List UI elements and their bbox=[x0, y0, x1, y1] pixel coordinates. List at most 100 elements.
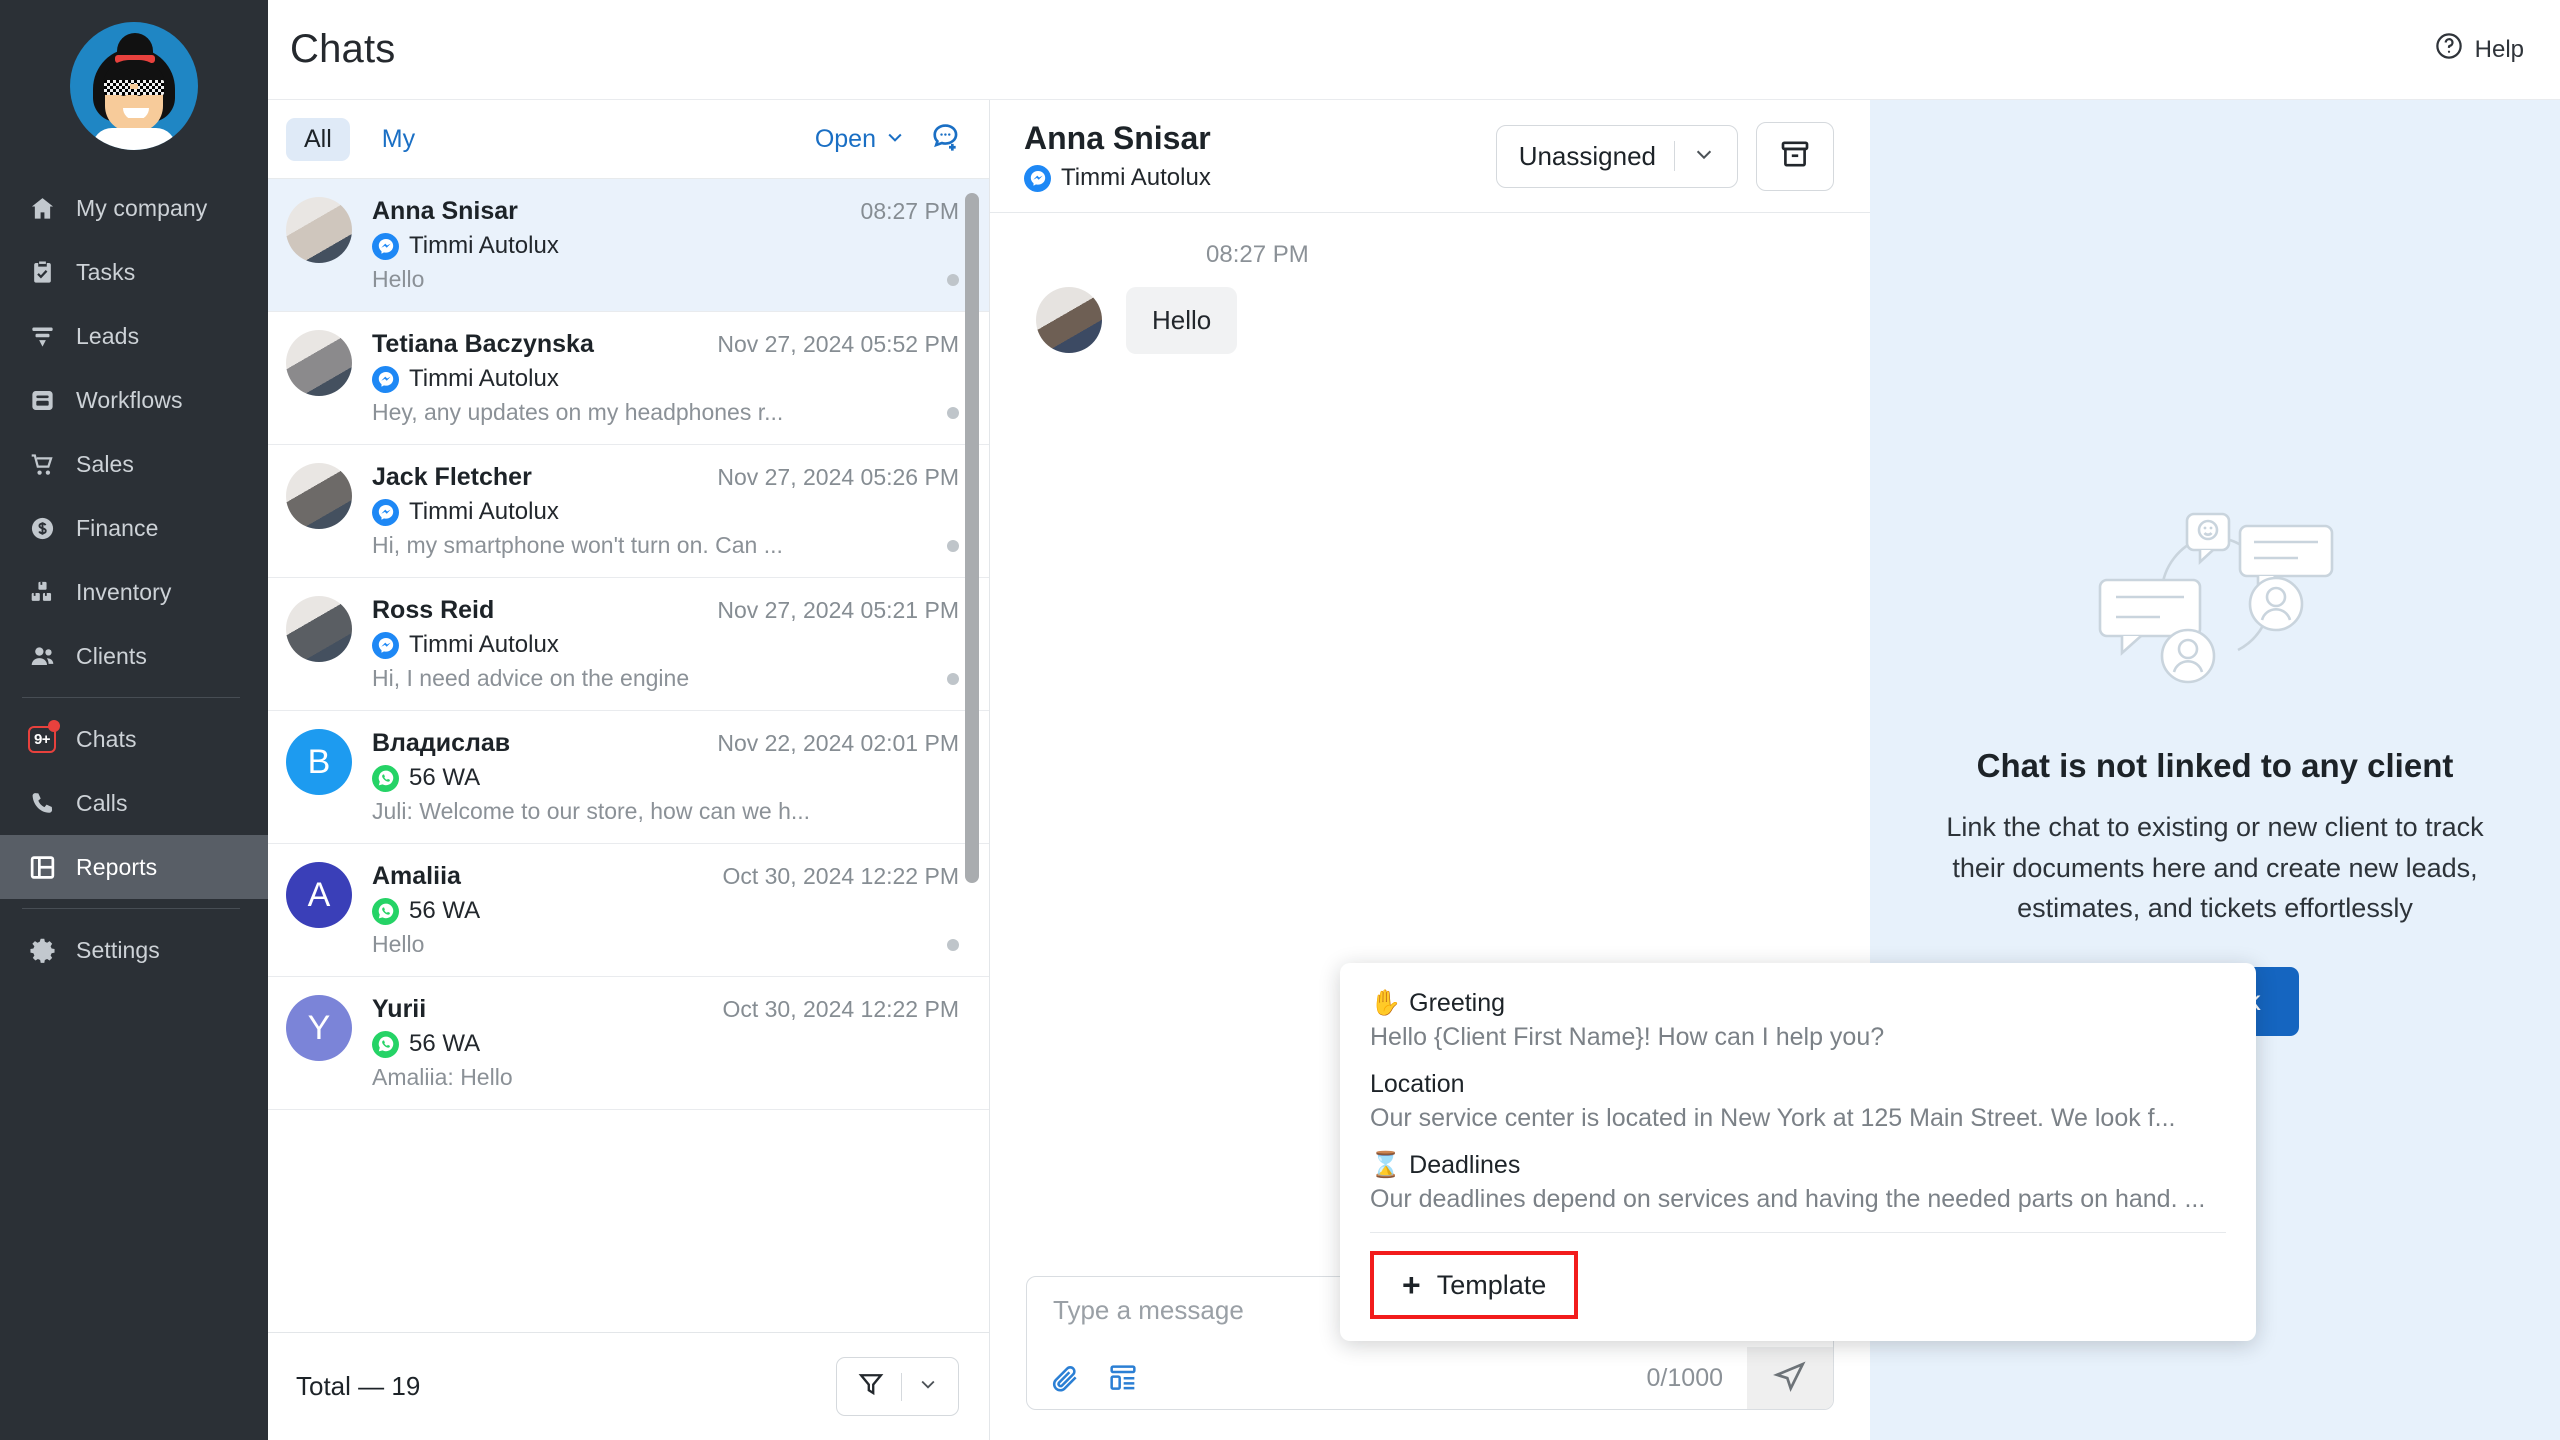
sidebar-item-calls[interactable]: Calls bbox=[0, 771, 268, 835]
home-icon bbox=[28, 194, 56, 222]
archive-button[interactable] bbox=[1756, 121, 1834, 191]
sidebar-item-leads[interactable]: Leads bbox=[0, 304, 268, 368]
chat-list-filter-actions: Open bbox=[815, 121, 961, 158]
new-chat-icon[interactable] bbox=[929, 121, 961, 158]
phone-icon bbox=[28, 789, 56, 817]
chat-list-panel: All My Open Anna Snisar 08:27 PM Timmi A… bbox=[268, 100, 990, 1440]
chat-item-channel: Timmi Autolux bbox=[409, 631, 559, 658]
sidebar-item-chats[interactable]: 9+ Chats bbox=[0, 707, 268, 771]
help-button[interactable]: Help bbox=[2434, 31, 2524, 68]
sidebar-item-workflows[interactable]: Workflows bbox=[0, 368, 268, 432]
chat-item-body: Ross Reid Nov 27, 2024 05:21 PM Timmi Auto… bbox=[372, 596, 959, 692]
paperclip-icon[interactable] bbox=[1049, 1362, 1081, 1394]
template-item[interactable]: ⌛ Deadlines Our deadlines depend on servic… bbox=[1370, 1151, 2226, 1214]
client-panel-description: Link the chat to existing or new client … bbox=[1946, 812, 2484, 924]
chat-list[interactable]: Anna Snisar 08:27 PM Timmi Autolux Hello Tet… bbox=[268, 178, 989, 1332]
status-dot bbox=[947, 273, 959, 286]
chat-list-filters: All My Open bbox=[268, 100, 989, 178]
chat-list-item[interactable]: B Владислав Nov 22, 2024 02:01 PM 56 WA Juli… bbox=[268, 711, 989, 844]
sidebar-item-label: Leads bbox=[76, 322, 140, 349]
sidebar-item-tasks[interactable]: Tasks bbox=[0, 240, 268, 304]
conversation-channel: Timmi Autolux bbox=[1024, 164, 1211, 192]
scrollbar-thumb[interactable] bbox=[965, 193, 979, 883]
template-item-name: Deadlines bbox=[1409, 1151, 1521, 1179]
template-item-text: Our service center is located in New Yor… bbox=[1370, 1104, 2176, 1132]
chat-list-item[interactable]: Y Yurii Oct 30, 2024 12:22 PM 56 WA Amaliia:… bbox=[268, 977, 989, 1110]
sidebar-item-label: Settings bbox=[76, 936, 160, 963]
sidebar-item-finance[interactable]: Finance bbox=[0, 496, 268, 560]
help-label: Help bbox=[2474, 35, 2524, 63]
status-filter-dropdown[interactable]: Open bbox=[815, 125, 905, 154]
chat-item-preview: Hello bbox=[372, 931, 425, 957]
chat-list-item[interactable]: Tetiana Baczynska Nov 27, 2024 05:52 PM Ti… bbox=[268, 312, 989, 445]
status-dot bbox=[947, 406, 959, 419]
add-template-button[interactable]: + Template bbox=[1370, 1251, 1579, 1319]
chat-item-name: Владислав bbox=[372, 729, 511, 757]
whatsapp-icon bbox=[372, 1030, 399, 1058]
chat-item-body: Jack Fletcher Nov 27, 2024 05:26 PM Timmi … bbox=[372, 463, 959, 559]
sidebar-item-inventory[interactable]: Inventory bbox=[0, 560, 268, 624]
send-icon bbox=[1773, 1359, 1807, 1398]
chat-item-body: Владислав Nov 22, 2024 02:01 PM 56 WA Juli:… bbox=[372, 729, 959, 825]
messenger-icon bbox=[372, 631, 399, 659]
sidebar-item-label: My company bbox=[76, 194, 208, 221]
funnel-icon bbox=[28, 322, 56, 350]
funnel-icon bbox=[857, 1370, 885, 1403]
chat-item-time: 08:27 PM bbox=[860, 198, 959, 224]
filter-button[interactable] bbox=[836, 1357, 959, 1416]
chat-item-preview: Hello bbox=[372, 266, 425, 292]
clipboard-check-icon bbox=[28, 258, 56, 286]
template-item[interactable]: Location Our service center is located in… bbox=[1370, 1070, 2226, 1133]
status-filter-label: Open bbox=[814, 124, 876, 153]
sidebar-item-sales[interactable]: Sales bbox=[0, 432, 268, 496]
sidebar-item-label: Inventory bbox=[76, 578, 172, 605]
template-item-name: Location bbox=[1370, 1070, 1465, 1098]
messenger-icon bbox=[372, 232, 399, 260]
add-template-label: Template bbox=[1436, 1269, 1547, 1300]
chevron-down-icon bbox=[885, 125, 905, 154]
chat-item-time: Oct 30, 2024 12:22 PM bbox=[722, 863, 959, 889]
chat-list-item[interactable]: Jack Fletcher Nov 27, 2024 05:26 PM Timmi … bbox=[268, 445, 989, 578]
sidebar-nav: My company Tasks Leads Workflows Sales Financ… bbox=[0, 176, 268, 982]
template-item-name-row: ✋ Greeting bbox=[1370, 989, 2226, 1018]
chat-item-channel: Timmi Autolux bbox=[409, 232, 559, 259]
tab-all[interactable]: All bbox=[286, 117, 350, 161]
template-item-name-row: Location bbox=[1370, 1070, 2226, 1099]
help-circle-icon bbox=[2434, 31, 2464, 68]
chat-item-body: Amaliia Oct 30, 2024 12:22 PM 56 WA Hello bbox=[372, 862, 959, 958]
avatar bbox=[286, 330, 352, 396]
chat-list-item[interactable]: A Amaliia Oct 30, 2024 12:22 PM 56 WA Hello bbox=[268, 844, 989, 977]
chat-item-channel: Timmi Autolux bbox=[409, 365, 559, 392]
divider bbox=[901, 1372, 902, 1401]
template-item[interactable]: ✋ Greeting Hello {Client First Name}! How … bbox=[1370, 989, 2226, 1052]
chat-list-item[interactable]: Anna Snisar 08:27 PM Timmi Autolux Hello bbox=[268, 179, 989, 312]
sidebar-item-label: Workflows bbox=[76, 386, 183, 413]
template-item-name: Greeting bbox=[1409, 989, 1506, 1017]
template-popup: ✋ Greeting Hello {Client First Name}! How … bbox=[1340, 963, 2256, 1341]
avatar: B bbox=[286, 729, 352, 795]
template-item-text: Our deadlines depend on services and hav… bbox=[1370, 1185, 2206, 1213]
chat-list-item[interactable]: Ross Reid Nov 27, 2024 05:21 PM Timmi Auto… bbox=[268, 578, 989, 711]
chat-item-preview: Amaliia: Hello bbox=[372, 1064, 513, 1090]
send-button[interactable] bbox=[1747, 1347, 1833, 1409]
chat-item-channel: 56 WA bbox=[409, 1030, 481, 1057]
reports-grid-icon bbox=[28, 853, 56, 881]
tab-my[interactable]: My bbox=[364, 118, 433, 161]
conversation-title: Anna Snisar bbox=[1024, 120, 1211, 156]
chat-list-scrollbar[interactable] bbox=[965, 179, 979, 1332]
user-avatar[interactable] bbox=[0, 0, 268, 150]
chat-item-time: Oct 30, 2024 12:22 PM bbox=[722, 996, 959, 1022]
sidebar-item-settings[interactable]: Settings bbox=[0, 918, 268, 982]
assignee-dropdown[interactable]: Unassigned bbox=[1495, 124, 1738, 188]
sidebar-item-my-company[interactable]: My company bbox=[0, 176, 268, 240]
avatar bbox=[286, 596, 352, 662]
template-emoji-icon: ⌛ bbox=[1370, 1151, 1402, 1179]
sidebar-item-label: Finance bbox=[76, 514, 159, 541]
template-list-icon[interactable] bbox=[1107, 1362, 1139, 1394]
avatar bbox=[286, 197, 352, 263]
sidebar-item-reports[interactable]: Reports bbox=[0, 835, 268, 899]
conversation-identity: Anna Snisar Timmi Autolux bbox=[1024, 120, 1211, 192]
people-icon bbox=[28, 642, 56, 670]
message-row: Hello bbox=[1026, 287, 1834, 354]
sidebar-item-clients[interactable]: Clients bbox=[0, 624, 268, 688]
